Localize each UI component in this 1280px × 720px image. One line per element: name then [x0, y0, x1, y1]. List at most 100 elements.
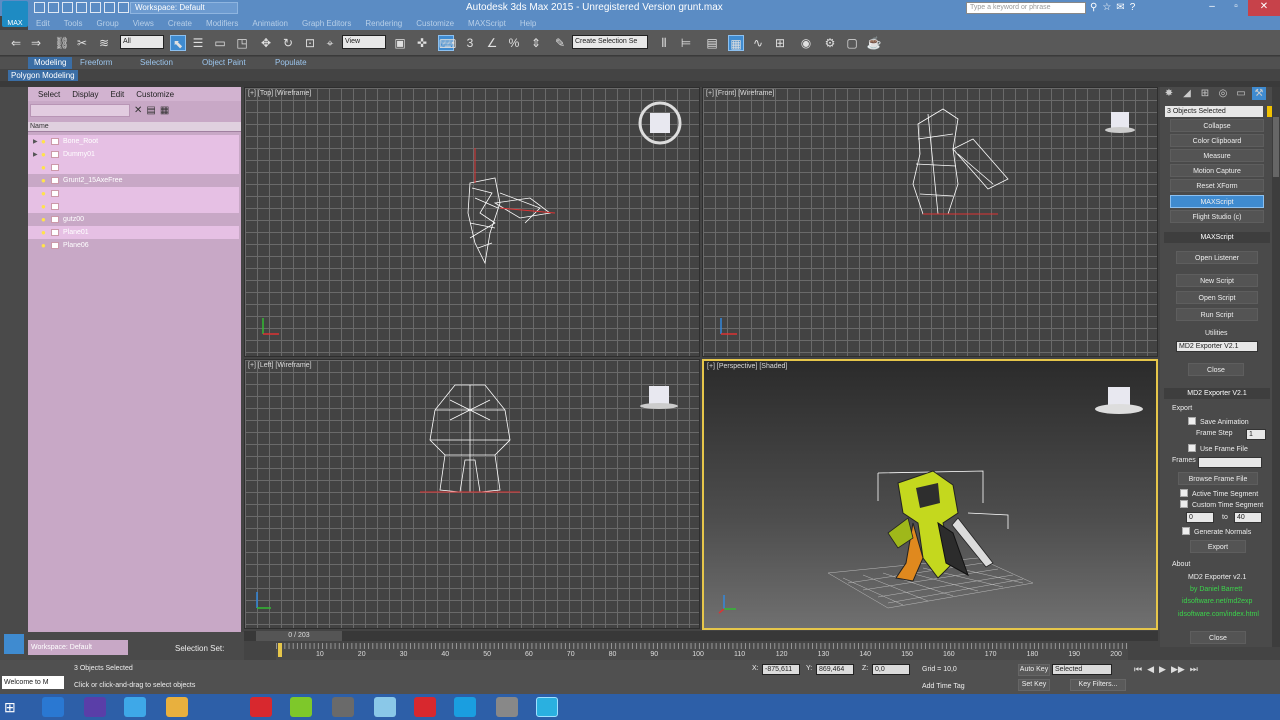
scene-object-row[interactable]: ● gutz00: [28, 213, 239, 226]
scene-object-row[interactable]: ●: [28, 200, 239, 213]
schematic-view-icon[interactable]: ⊞: [772, 35, 788, 51]
menu-item-help[interactable]: Help: [520, 19, 536, 28]
maxscript-listener-input[interactable]: Welcome to M: [2, 676, 64, 689]
viewport-label-top[interactable]: [+] [Top] [Wireframe]: [248, 90, 311, 97]
keyboard-shortcut-icon[interactable]: ⌨: [438, 35, 456, 51]
bind-spacewarp-icon[interactable]: ≋: [96, 35, 112, 51]
viewport-top[interactable]: [+] [Top] [Wireframe]: [244, 87, 700, 357]
z-coord-field[interactable]: 0,0: [872, 664, 910, 675]
color-clipboard-button[interactable]: Color Clipboard: [1170, 134, 1264, 147]
menu-item-tools[interactable]: Tools: [64, 19, 83, 28]
x-coord-field[interactable]: -875,611: [762, 664, 800, 675]
visibility-bulb-icon[interactable]: ●: [41, 215, 49, 224]
layers-icon[interactable]: ▦: [160, 105, 169, 116]
new-script-button[interactable]: New Script: [1176, 274, 1258, 287]
minimize-icon[interactable]: –: [1200, 0, 1224, 16]
motion-tab-icon[interactable]: ◎: [1216, 87, 1230, 100]
app-icon-window[interactable]: [496, 697, 518, 717]
menu-item-create[interactable]: Create: [168, 19, 192, 28]
align-icon[interactable]: ⊨: [678, 35, 694, 51]
link-icon[interactable]: ⛓: [54, 35, 70, 51]
add-time-tag-button[interactable]: Add Time Tag: [922, 683, 965, 690]
prev-frame-icon[interactable]: ◀: [1147, 664, 1154, 674]
app-icon-red[interactable]: [250, 697, 272, 717]
active-time-segment-radio[interactable]: Active Time Segment: [1180, 489, 1258, 498]
viewport-left[interactable]: [+] [Left] [Wireframe]: [244, 359, 700, 629]
file-explorer-icon[interactable]: [166, 697, 188, 717]
y-coord-field[interactable]: 869,464: [816, 664, 854, 675]
percent-snap-icon[interactable]: %: [506, 35, 522, 51]
frames-input[interactable]: [1198, 457, 1262, 468]
unlink-icon[interactable]: ✂: [74, 35, 90, 51]
visibility-bulb-icon[interactable]: ●: [41, 189, 49, 198]
current-frame-marker[interactable]: [278, 643, 282, 657]
redo-tool-icon[interactable]: ⇒: [28, 35, 44, 51]
scrollbar-thumb[interactable]: [1273, 117, 1279, 177]
time-slider[interactable]: 0 / 203: [244, 631, 1158, 641]
play-icon[interactable]: ▶: [1159, 664, 1166, 674]
material-editor-icon[interactable]: ◉: [798, 35, 814, 51]
rendered-frame-icon[interactable]: ▢: [844, 35, 860, 51]
visibility-bulb-icon[interactable]: ●: [41, 202, 49, 211]
visibility-bulb-icon[interactable]: ●: [41, 228, 49, 237]
command-panel-scrollbar[interactable]: [1272, 87, 1280, 647]
undo-icon[interactable]: [76, 2, 87, 13]
workspace-selector[interactable]: Workspace: Default: [28, 640, 128, 655]
scene-object-row[interactable]: ● Plane01: [28, 226, 239, 239]
workspace-dropdown[interactable]: Workspace: Default: [130, 2, 238, 14]
custom-time-segment-radio[interactable]: Custom Time Segment: [1180, 500, 1263, 509]
snaps-toggle-icon[interactable]: 3: [462, 35, 478, 51]
scene-object-row[interactable]: ▶ ● Dummy01: [28, 148, 239, 161]
redo-icon[interactable]: [90, 2, 101, 13]
calculator-icon[interactable]: [84, 697, 106, 717]
help-icon[interactable]: ?: [1130, 2, 1136, 13]
run-script-button[interactable]: Run Script: [1176, 308, 1258, 321]
viewport-perspective[interactable]: [+] [Perspective] [Shaded]: [702, 359, 1158, 630]
app-icon-gray[interactable]: [332, 697, 354, 717]
collapse-button[interactable]: Collapse: [1170, 119, 1264, 132]
scene-object-row[interactable]: ●: [28, 161, 239, 174]
utilities-tab-icon[interactable]: ⚒: [1252, 87, 1266, 100]
layer-manager-icon[interactable]: ▤: [704, 35, 720, 51]
app-icon-red-2[interactable]: [414, 697, 436, 717]
flight-studio-button[interactable]: Flight Studio (c): [1170, 210, 1264, 223]
range-from-input[interactable]: 0: [1186, 512, 1214, 523]
ribbon-tab-object-paint[interactable]: Object Paint: [202, 57, 246, 69]
close-icon[interactable]: ✕: [1248, 0, 1280, 16]
menu-item-modifiers[interactable]: Modifiers: [206, 19, 238, 28]
visibility-bulb-icon[interactable]: ●: [41, 176, 49, 185]
workspace-icon[interactable]: [4, 634, 24, 654]
column-header-name[interactable]: Name: [28, 122, 241, 132]
edit-named-sets-icon[interactable]: ✎: [552, 35, 568, 51]
close-exporter-button[interactable]: Close: [1190, 631, 1246, 644]
modify-tab-icon[interactable]: ◢: [1180, 87, 1194, 100]
ribbon-tab-modeling[interactable]: Modeling: [28, 57, 73, 69]
expand-arrow-icon[interactable]: ▶: [33, 138, 41, 145]
explorer-search-input[interactable]: [30, 104, 130, 117]
set-key-button[interactable]: Set Key: [1018, 679, 1050, 691]
rotate-icon[interactable]: ↻: [280, 35, 296, 51]
goto-end-icon[interactable]: ⏭: [1190, 664, 1198, 674]
explorer-menu-display[interactable]: Display: [72, 90, 98, 99]
windows-start-icon[interactable]: ⊞: [4, 699, 22, 715]
motion-capture-button[interactable]: Motion Capture: [1170, 164, 1264, 177]
key-mode-dropdown[interactable]: Selected: [1052, 664, 1112, 675]
generate-normals-checkbox[interactable]: Generate Normals: [1182, 527, 1251, 536]
export-button[interactable]: Export: [1190, 540, 1246, 553]
menu-item-views[interactable]: Views: [133, 19, 154, 28]
expand-arrow-icon[interactable]: ▶: [33, 151, 41, 158]
maxscript-rollout[interactable]: MAXScript: [1164, 232, 1270, 243]
move-icon[interactable]: ✥: [258, 35, 274, 51]
visibility-bulb-icon[interactable]: ●: [41, 163, 49, 172]
hold-icon[interactable]: [104, 2, 115, 13]
measure-button[interactable]: Measure: [1170, 149, 1264, 162]
visibility-bulb-icon[interactable]: ●: [41, 137, 49, 146]
maximize-icon[interactable]: ▫: [1224, 0, 1248, 16]
reset-xform-button[interactable]: Reset XForm: [1170, 179, 1264, 192]
viewport-label-perspective[interactable]: [+] [Perspective] [Shaded]: [707, 363, 787, 370]
render-production-icon[interactable]: ☕: [866, 35, 882, 51]
visibility-bulb-icon[interactable]: ●: [41, 241, 49, 250]
search-input[interactable]: Type a keyword or phrase: [966, 2, 1086, 14]
place-icon[interactable]: ⌖: [322, 35, 338, 51]
open-script-button[interactable]: Open Script: [1176, 291, 1258, 304]
